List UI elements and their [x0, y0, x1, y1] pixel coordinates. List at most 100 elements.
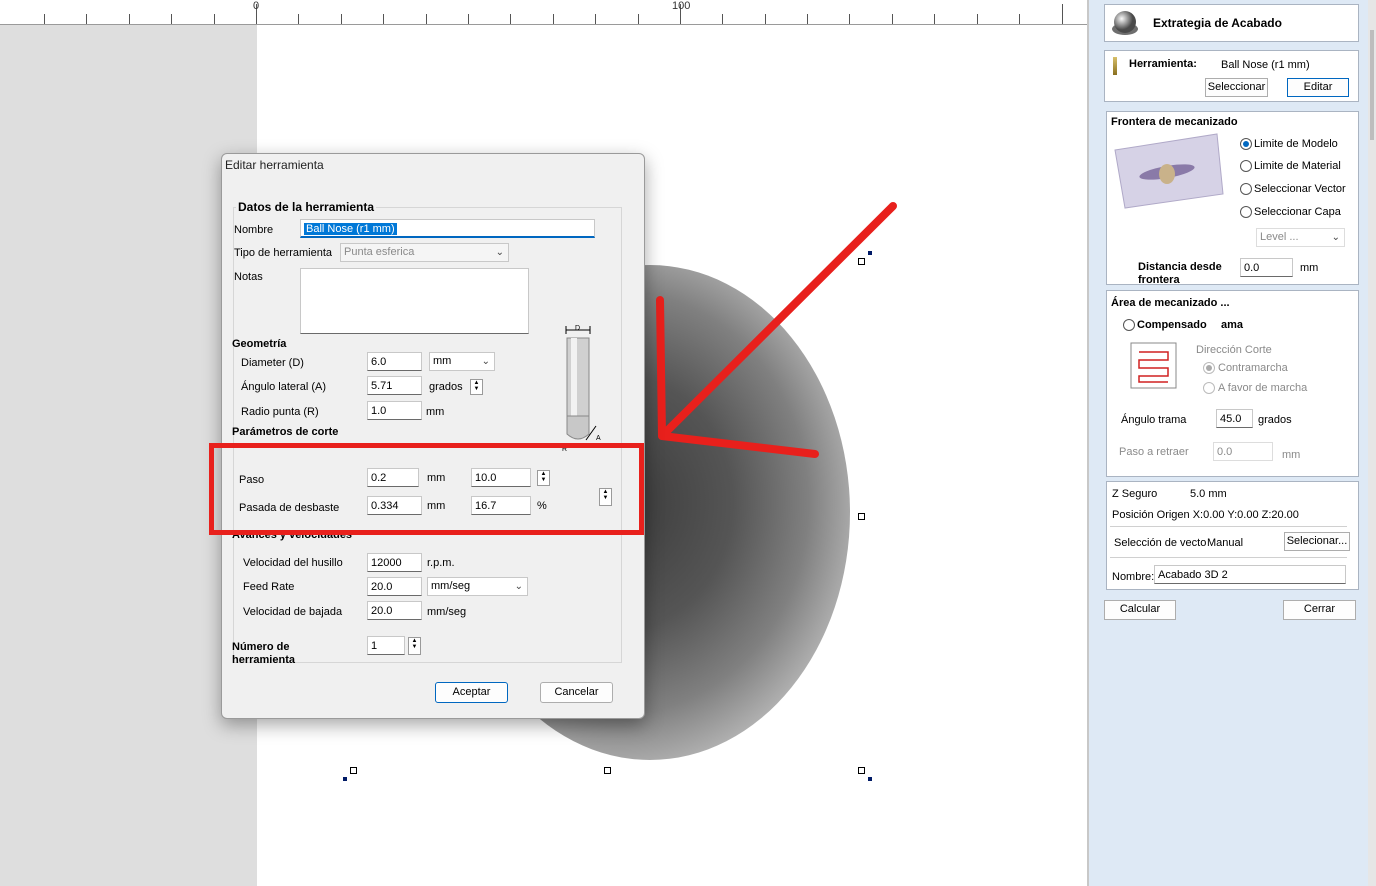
area-box: Área de mecanizado ... Compensado ama Di… — [1106, 290, 1359, 477]
divider — [1110, 526, 1347, 527]
tool-label: Herramienta: — [1129, 58, 1197, 70]
spindle-input[interactable]: 12000 — [367, 553, 422, 572]
distance-input[interactable]: 0.0 — [1240, 258, 1293, 277]
select-vectors-button[interactable]: Selecionar... — [1284, 532, 1350, 551]
select-tool-button[interactable]: Seleccionar — [1205, 78, 1268, 97]
tool-type-label: Tipo de herramienta — [234, 247, 333, 259]
calculate-button[interactable]: Calcular — [1104, 600, 1176, 620]
tool-type-value: Punta esferica — [344, 246, 415, 258]
boundary-option-3: Seleccionar Capa — [1254, 206, 1341, 218]
direction-option-0: Contramarcha — [1218, 362, 1288, 374]
distance-unit: mm — [1300, 262, 1319, 274]
angle-unit: grados — [429, 381, 463, 393]
boundary-option-0: Limite de Modelo — [1254, 138, 1338, 150]
diagram-label-d: D — [575, 325, 581, 332]
name-field[interactable]: Ball Nose (r1 mm) — [300, 219, 595, 238]
chevron-down-icon: ⌄ — [495, 247, 504, 258]
divider — [1110, 557, 1347, 558]
feed-input[interactable]: 20.0 — [367, 577, 422, 596]
vector-selection-label: Selección de vecto — [1114, 537, 1207, 549]
notes-label: Notas — [234, 271, 263, 283]
cancel-button[interactable]: Cancelar — [540, 682, 613, 703]
radio-climb[interactable] — [1203, 362, 1215, 374]
cut-params-title: Parámetros de corte — [232, 426, 339, 438]
level-select[interactable]: Level ... ⌄ — [1256, 228, 1345, 247]
boundary-option-2: Seleccionar Vector — [1254, 183, 1346, 195]
tool-number-spinner[interactable]: ▲ ▼ — [408, 637, 421, 655]
spindle-label: Velocidad del husillo — [243, 557, 343, 569]
boundary-title: Frontera de mecanizado — [1111, 116, 1238, 128]
area-title: Área de mecanizado ... — [1111, 297, 1230, 309]
diameter-label: Diameter (D) — [241, 357, 304, 369]
scrollbar-thumb[interactable] — [1370, 30, 1374, 140]
z-safe-value: 5.0 mm — [1190, 488, 1227, 500]
distance-label-1: Distancia desde — [1138, 261, 1222, 273]
plunge-input[interactable]: 20.0 — [367, 601, 422, 620]
retract-input[interactable]: 0.0 — [1213, 442, 1273, 461]
tool-number-label-2: herramienta — [232, 654, 295, 666]
direction-label: Dirección Corte — [1196, 344, 1272, 356]
raster-angle-input[interactable]: 45.0 — [1216, 409, 1253, 428]
tool-number-input[interactable]: 1 — [367, 636, 405, 655]
toolpath-panel: Extrategia de Acabado Herramienta: Ball … — [1089, 0, 1376, 886]
annotation-highlight-box — [209, 443, 644, 535]
settings-box: Z Seguro 5.0 mm Posición Origen X:0.00 Y… — [1106, 481, 1359, 590]
ball-icon — [1112, 11, 1138, 35]
level-select-value: Level ... — [1260, 231, 1299, 243]
feed-label: Feed Rate — [243, 581, 295, 593]
raster-angle-unit: grados — [1258, 414, 1292, 426]
radio-compensated[interactable] — [1123, 319, 1135, 331]
group-title: Datos de la herramienta — [236, 200, 377, 214]
eagle-preview-icon — [1114, 133, 1224, 209]
name-label: Nombre: — [1112, 571, 1155, 583]
name-label: Nombre — [234, 224, 274, 236]
angle-input[interactable]: 5.71 — [367, 376, 422, 395]
radius-unit: mm — [426, 406, 445, 418]
tool-number-label-1: Número de — [232, 641, 290, 653]
plunge-unit: mm/seg — [427, 606, 467, 618]
diagram-label-a: A — [596, 435, 601, 442]
boundary-option-1: Limite de Material — [1254, 160, 1341, 172]
compensated-label: Compensado — [1137, 319, 1207, 331]
chevron-down-icon: ⌄ — [1331, 232, 1340, 243]
retract-label: Paso a retraer — [1119, 446, 1189, 458]
z-safe-label: Z Seguro — [1112, 488, 1158, 500]
radio-conventional[interactable] — [1203, 382, 1215, 394]
accept-button[interactable]: Aceptar — [435, 682, 508, 703]
retract-unit: mm — [1282, 449, 1301, 461]
dialog-title: Editar herramienta — [225, 158, 324, 172]
radio-model-limit[interactable] — [1240, 138, 1252, 150]
radius-label: Radio punta (R) — [241, 406, 319, 418]
edit-tool-button[interactable]: Editar — [1287, 78, 1349, 97]
compensated-suffix: ama — [1221, 319, 1244, 331]
tool-type-select[interactable]: Punta esferica ⌄ — [340, 243, 509, 262]
diameter-unit-select[interactable]: mm ⌄ — [429, 352, 495, 371]
close-button[interactable]: Cerrar — [1283, 600, 1356, 620]
angle-spinner[interactable]: ▲ ▼ — [470, 379, 483, 395]
notes-textarea[interactable] — [300, 268, 529, 334]
panel-header: Extrategia de Acabado — [1104, 4, 1359, 42]
distance-label-2: frontera — [1138, 274, 1180, 286]
feed-unit-select[interactable]: mm/seg ⌄ — [427, 577, 528, 596]
radio-select-vector[interactable] — [1240, 183, 1252, 195]
tool-box: Herramienta: Ball Nose (r1 mm) Seleccion… — [1104, 50, 1359, 102]
spindle-unit: r.p.m. — [427, 557, 455, 569]
tool-value: Ball Nose (r1 mm) — [1221, 59, 1310, 71]
toolpath-name-input[interactable]: Acabado 3D 2 — [1154, 565, 1346, 584]
panel-title: Extrategia de Acabado — [1153, 16, 1282, 30]
radio-material-limit[interactable] — [1240, 160, 1252, 172]
radio-select-layer[interactable] — [1240, 206, 1252, 218]
direction-option-1: A favor de marcha — [1218, 382, 1308, 394]
chevron-down-icon: ⌄ — [481, 356, 490, 367]
raster-angle-label: Ángulo trama — [1121, 414, 1187, 426]
edit-tool-dialog: Editar herramienta Datos de la herramien… — [221, 153, 645, 719]
geometry-title: Geometría — [232, 338, 287, 350]
name-value: Ball Nose (r1 mm) — [304, 223, 397, 235]
diameter-input[interactable]: 6.0 — [367, 352, 422, 371]
chevron-down-icon: ⌄ — [514, 581, 523, 592]
raster-pattern-icon — [1130, 342, 1177, 389]
radius-input[interactable]: 1.0 — [367, 401, 422, 420]
boundary-box: Frontera de mecanizado Limite de Modelo … — [1106, 111, 1359, 286]
plunge-label: Velocidad de bajada — [243, 606, 343, 618]
feed-unit-value: mm/seg — [431, 580, 471, 592]
